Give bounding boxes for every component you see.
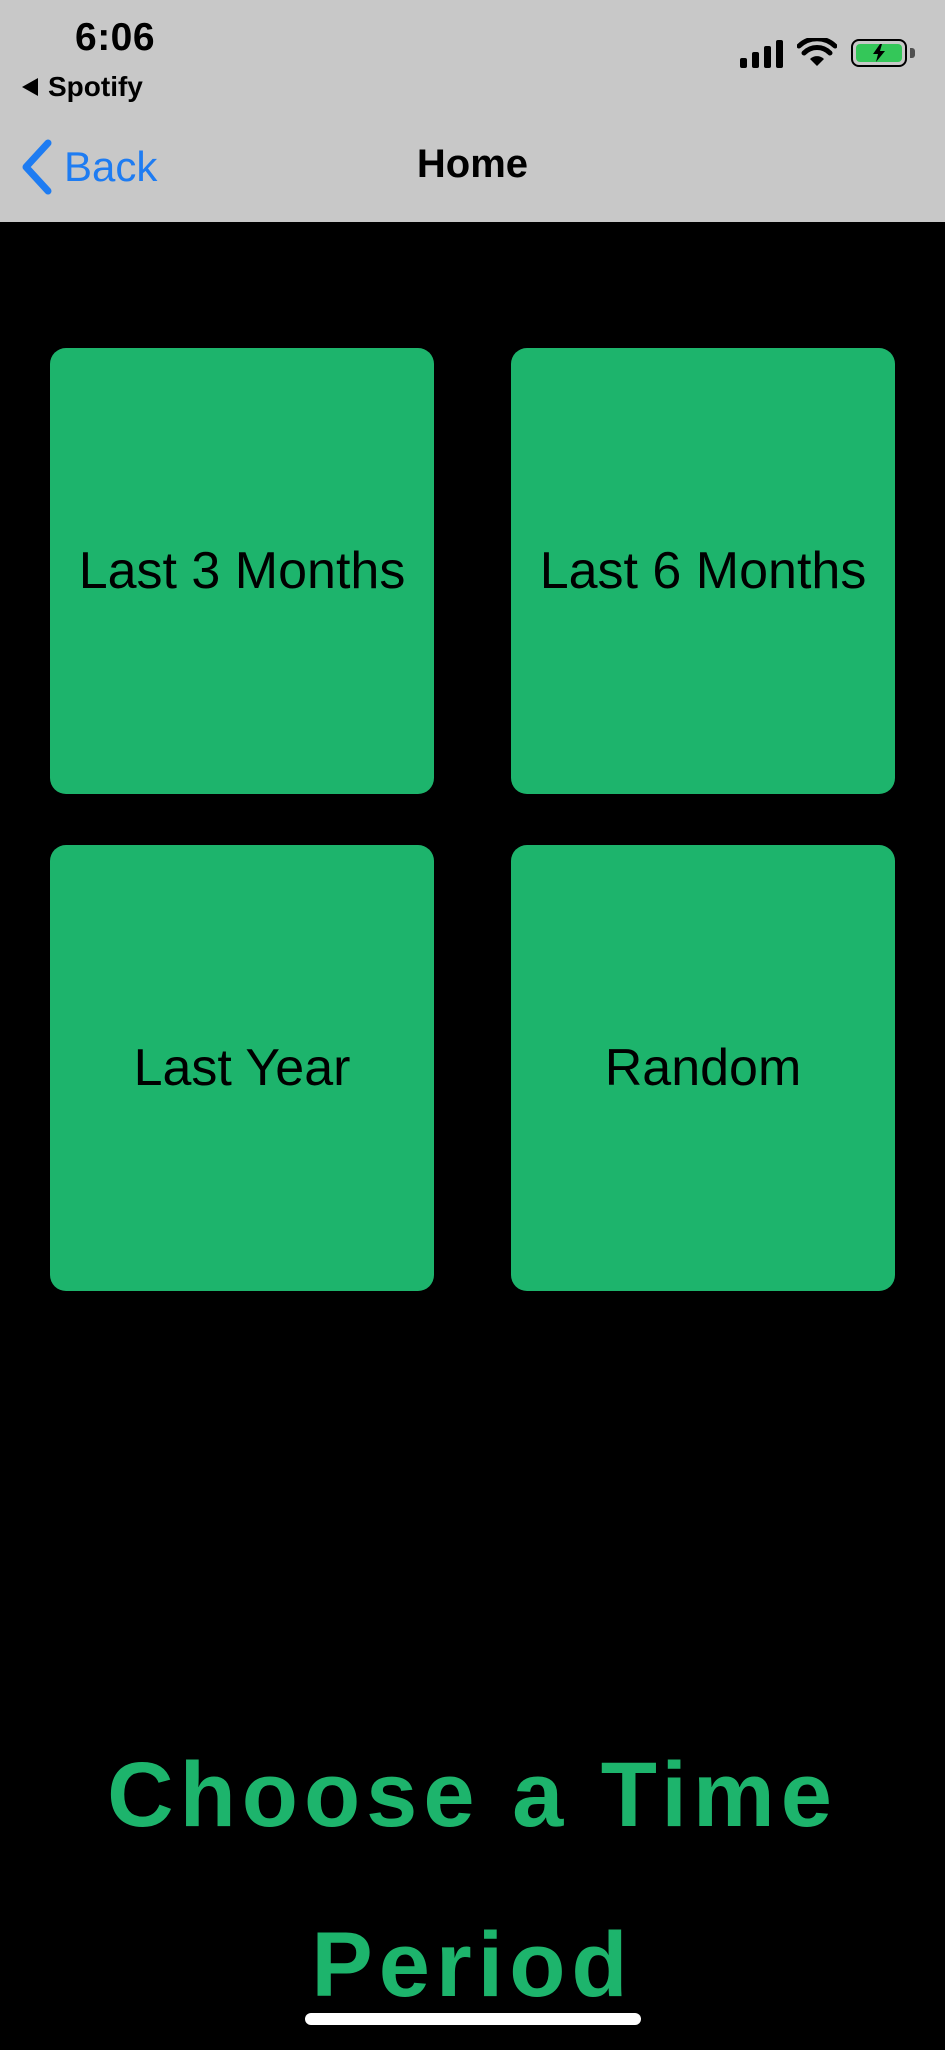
battery-charging-icon: [851, 38, 915, 68]
tile-label: Random: [604, 1039, 802, 1097]
back-triangle-icon: [22, 78, 38, 96]
status-icons: [740, 38, 915, 68]
top-bar: 6:06 Spotify Back Home: [0, 0, 945, 222]
page-title: Home: [416, 142, 529, 186]
back-to-app-link[interactable]: Spotify: [22, 70, 143, 104]
tile-label: Last 6 Months: [539, 542, 867, 600]
charging-bolt-icon: [873, 44, 885, 62]
tile-last-3-months[interactable]: Last 3 Months: [50, 348, 434, 794]
tile-label: Last Year: [133, 1039, 351, 1097]
tile-random[interactable]: Random: [511, 845, 895, 1291]
cellular-signal-icon: [740, 38, 783, 68]
back-to-app-label: Spotify: [48, 71, 143, 102]
status-time: 6:06: [75, 16, 156, 59]
tile-label: Last 3 Months: [78, 542, 406, 600]
tile-last-year[interactable]: Last Year: [50, 845, 434, 1291]
wifi-icon: [797, 38, 837, 66]
home-indicator[interactable]: [305, 2013, 641, 2025]
tile-last-6-months[interactable]: Last 6 Months: [511, 348, 895, 794]
choose-time-period-heading: Choose a Time Period: [107, 1744, 838, 2016]
